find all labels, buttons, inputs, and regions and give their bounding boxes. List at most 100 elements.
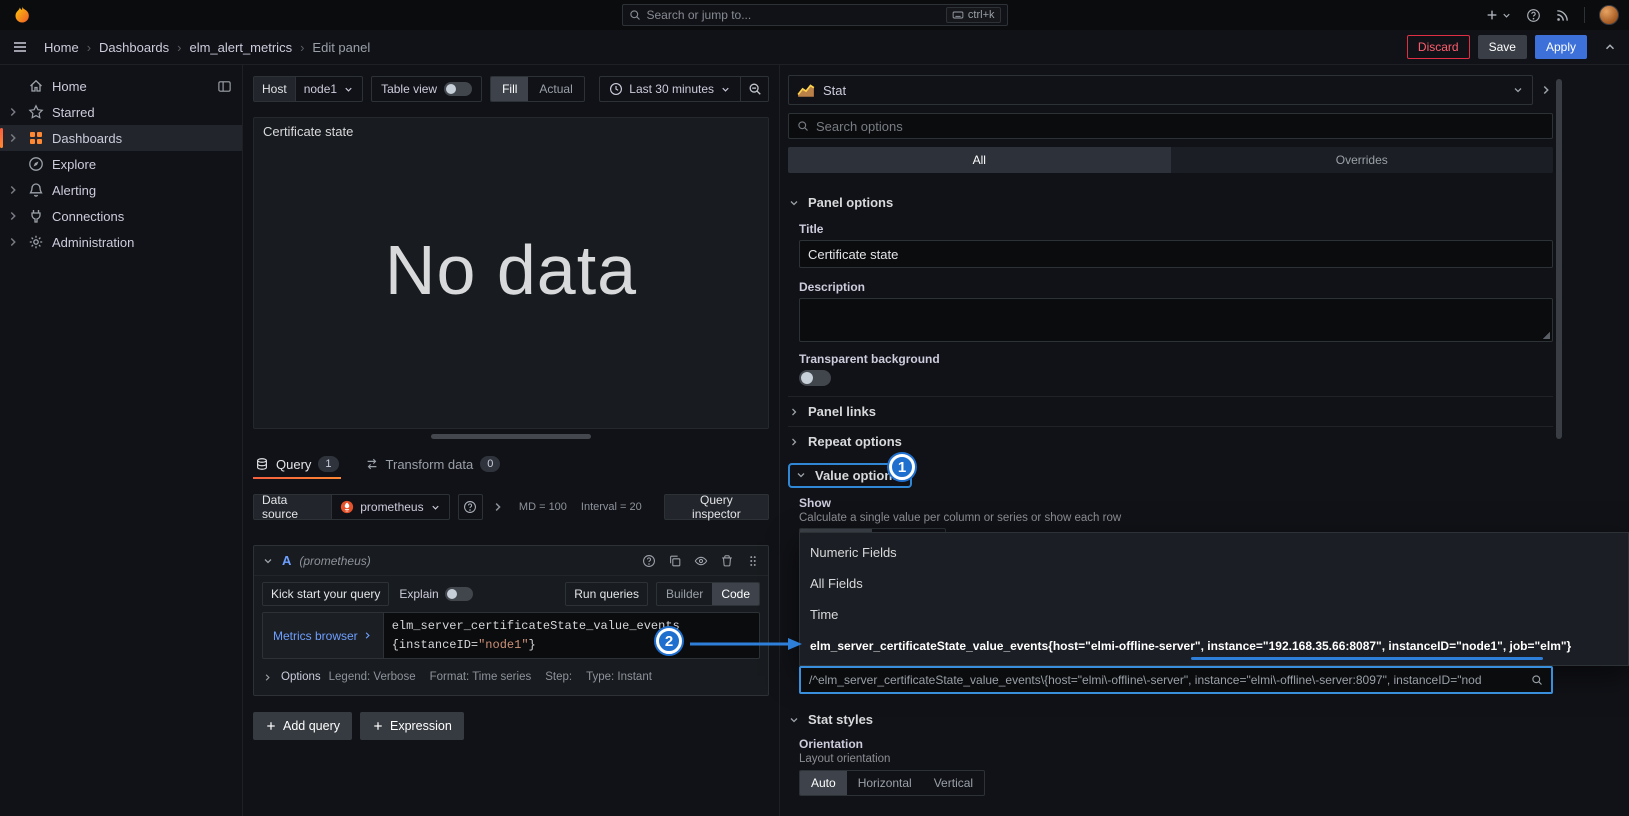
panel-resize-handle[interactable] — [431, 434, 591, 439]
breadcrumb-separator: › — [177, 39, 182, 55]
chevron-up-icon[interactable] — [1603, 40, 1617, 54]
home-icon — [28, 78, 44, 94]
fields-filter-input[interactable] — [809, 673, 1525, 687]
breadcrumb-bar: Home › Dashboards › elm_alert_metrics › … — [0, 30, 1629, 65]
apps-icon — [28, 130, 44, 146]
visualization-picker[interactable]: Stat — [788, 75, 1533, 105]
actual-option[interactable]: Actual — [528, 77, 583, 101]
section-panel-options[interactable]: Panel options — [788, 195, 1553, 210]
time-range-picker[interactable]: Last 30 minutes — [599, 76, 741, 102]
section-repeat-options[interactable]: Repeat options — [788, 426, 1553, 456]
global-search[interactable]: Search or jump to... ctrl+k — [621, 4, 1008, 26]
tab-all[interactable]: All — [788, 147, 1171, 173]
dropdown-option-metric-series[interactable]: elm_server_certificateState_value_events… — [800, 630, 1628, 661]
tab-query[interactable]: Query 1 — [253, 449, 341, 479]
chevron-right-icon[interactable] — [6, 235, 20, 249]
dock-navigation-button[interactable] — [217, 79, 232, 94]
new-menu-button[interactable] — [1485, 8, 1512, 22]
legend-summary: Legend: Verbose — [328, 671, 416, 684]
keyboard-icon — [952, 9, 964, 21]
run-queries-button[interactable]: Run queries — [565, 582, 648, 606]
builder-option[interactable]: Builder — [657, 583, 712, 605]
sidebar-item-dashboards[interactable]: Dashboards — [0, 125, 242, 151]
transparent-background-toggle[interactable] — [799, 370, 831, 386]
section-panel-links[interactable]: Panel links — [788, 396, 1553, 426]
breadcrumb-home[interactable]: Home — [44, 40, 79, 55]
datasource-select[interactable]: prometheus — [331, 494, 450, 520]
hamburger-menu-icon[interactable] — [12, 39, 28, 55]
panel-preview[interactable]: Certificate state No data — [253, 117, 769, 429]
zoom-out-button[interactable] — [741, 76, 769, 102]
query-count-badge: 1 — [318, 456, 339, 472]
options-search-input[interactable]: Search options — [788, 113, 1553, 139]
panel-title-input[interactable] — [799, 240, 1553, 268]
query-options-row[interactable]: Options Legend: Verbose Format: Time ser… — [262, 667, 760, 687]
grafana-logo[interactable] — [12, 5, 32, 25]
orientation-label: Orientation — [799, 737, 864, 751]
apply-button[interactable]: Apply — [1534, 35, 1587, 59]
promql-line-1: elm_server_certificateState_value_events — [391, 619, 680, 633]
user-avatar[interactable] — [1599, 5, 1619, 25]
sidebar-item-connections[interactable]: Connections — [0, 203, 242, 229]
discard-button[interactable]: Discard — [1406, 35, 1470, 59]
drag-handle-icon[interactable] — [746, 554, 760, 568]
query-a-header[interactable]: A (prometheus) — [254, 546, 768, 576]
show-field-description: Calculate a single value per column or s… — [799, 512, 1122, 524]
metrics-browser-button[interactable]: Metrics browser — [262, 612, 383, 660]
chevron-right-icon[interactable] — [6, 131, 20, 145]
host-variable-label: Host — [253, 76, 295, 102]
sidebar-item-home[interactable]: Home — [0, 73, 242, 99]
orientation-horizontal[interactable]: Horizontal — [847, 771, 923, 795]
section-stat-styles[interactable]: Stat styles — [788, 712, 1553, 727]
chevron-right-icon[interactable] — [6, 209, 20, 223]
no-data-message: No data — [384, 230, 638, 309]
plus-icon — [372, 720, 384, 732]
sidebar-item-explore[interactable]: Explore — [0, 151, 242, 177]
orientation-vertical[interactable]: Vertical — [923, 771, 984, 795]
delete-query-icon[interactable] — [720, 554, 734, 568]
dropdown-option-time[interactable]: Time — [800, 599, 1628, 630]
tab-overrides[interactable]: Overrides — [1171, 147, 1554, 173]
breadcrumb: Home › Dashboards › elm_alert_metrics › … — [44, 40, 370, 55]
orientation-auto[interactable]: Auto — [800, 771, 847, 795]
sidebar-item-starred[interactable]: Starred — [0, 99, 242, 125]
breadcrumb-dashboard-name[interactable]: elm_alert_metrics — [189, 40, 292, 55]
format-summary: Format: Time series — [429, 671, 532, 684]
dropdown-option-all-fields[interactable]: All Fields — [800, 568, 1628, 599]
chevron-right-icon[interactable] — [491, 500, 505, 514]
sidebar-item-administration[interactable]: Administration — [0, 229, 242, 255]
datasource-help-button[interactable] — [457, 494, 484, 520]
resize-corner[interactable] — [1542, 331, 1550, 339]
sidebar-item-alerting[interactable]: Alerting — [0, 177, 242, 203]
fill-option[interactable]: Fill — [491, 77, 529, 101]
code-option[interactable]: Code — [712, 583, 759, 605]
description-field-label: Description — [799, 280, 866, 294]
title-field-label: Title — [799, 222, 824, 236]
add-expression-button[interactable]: Expression — [359, 712, 464, 741]
host-variable-select[interactable]: node1 — [294, 76, 364, 102]
annotation-step-1-badge: 1 — [889, 454, 915, 480]
news-rss-icon[interactable] — [1555, 8, 1570, 23]
table-view-toggle[interactable] — [444, 82, 473, 96]
chevron-down-icon[interactable] — [262, 555, 274, 567]
collapse-pane-icon[interactable] — [1539, 83, 1553, 97]
hide-query-icon[interactable] — [694, 554, 708, 568]
help-icon[interactable] — [1526, 8, 1541, 23]
chevron-right-icon[interactable] — [6, 183, 20, 197]
chevron-down-icon — [720, 84, 731, 95]
chevron-right-icon[interactable] — [6, 105, 20, 119]
kick-start-query-button[interactable]: Kick start your query — [262, 582, 390, 606]
breadcrumb-dashboards[interactable]: Dashboards — [99, 40, 169, 55]
tab-transform-data[interactable]: Transform data 0 — [363, 449, 503, 479]
help-icon[interactable] — [642, 554, 656, 568]
save-button[interactable]: Save — [1477, 35, 1527, 59]
query-inspector-button[interactable]: Query inspector — [663, 493, 769, 521]
dropdown-option-numeric-fields[interactable]: Numeric Fields — [800, 537, 1628, 568]
explain-toggle[interactable] — [444, 587, 473, 601]
options-scrollbar[interactable] — [1556, 79, 1562, 439]
duplicate-query-icon[interactable] — [668, 554, 682, 568]
add-query-button[interactable]: Add query — [253, 712, 352, 741]
panel-description-textarea[interactable] — [799, 298, 1553, 342]
annotation-underline — [1191, 657, 1543, 660]
clock-icon — [609, 82, 623, 96]
